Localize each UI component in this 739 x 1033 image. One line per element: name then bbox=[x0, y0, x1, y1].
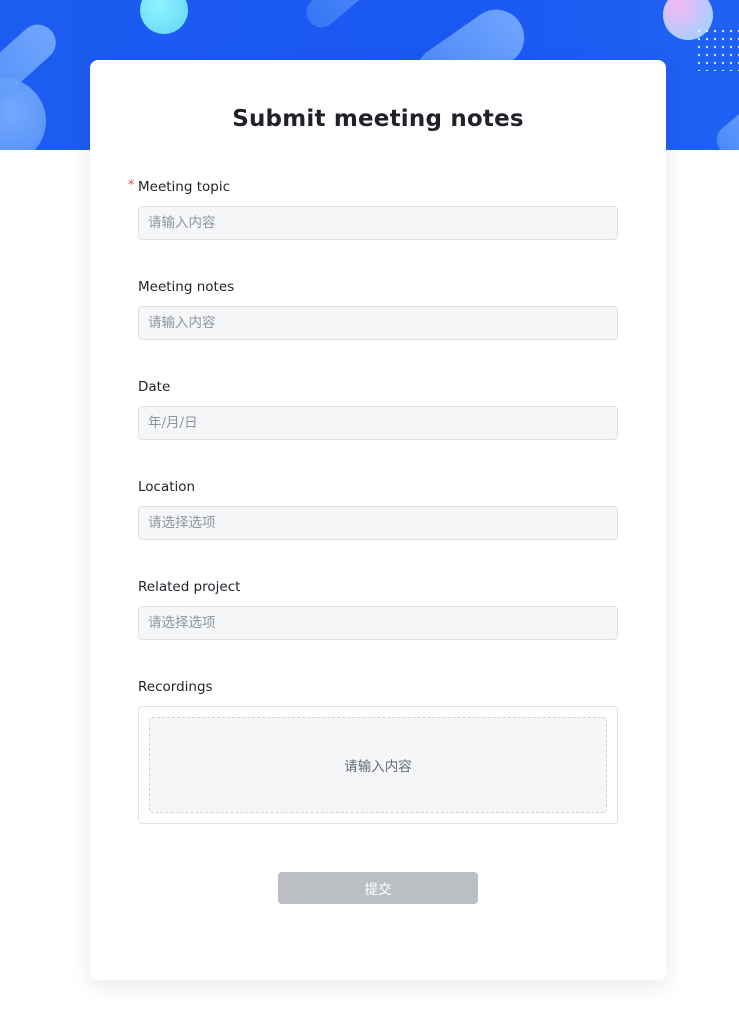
meeting-notes-field bbox=[138, 306, 618, 340]
related-project-placeholder: 请选择选项 bbox=[148, 615, 216, 631]
form-card: Submit meeting notes * Meeting topic Mee… bbox=[90, 60, 666, 980]
meeting-topic-input[interactable] bbox=[139, 207, 617, 239]
date-label: Date bbox=[138, 379, 171, 395]
meeting-topic-label: Meeting topic bbox=[138, 179, 231, 195]
decorative-circle bbox=[140, 0, 188, 34]
date-field bbox=[138, 406, 618, 440]
location-label: Location bbox=[138, 479, 196, 495]
location-select[interactable]: 请选择选项 bbox=[138, 506, 618, 540]
meeting-notes-label: Meeting notes bbox=[138, 279, 235, 295]
submit-button[interactable]: 提交 bbox=[278, 872, 478, 904]
recordings-upload-field: 请输入内容 bbox=[138, 706, 618, 824]
decorative-capsule bbox=[300, 0, 384, 34]
related-project-select[interactable]: 请选择选项 bbox=[138, 606, 618, 640]
meeting-topic-field bbox=[138, 206, 618, 240]
related-project-label: Related project bbox=[138, 579, 241, 595]
decorative-capsule bbox=[710, 93, 739, 150]
page: Submit meeting notes * Meeting topic Mee… bbox=[0, 0, 739, 1033]
required-indicator: * bbox=[128, 178, 135, 193]
date-input[interactable] bbox=[139, 407, 617, 439]
location-placeholder: 请选择选项 bbox=[148, 515, 216, 531]
meeting-notes-input[interactable] bbox=[139, 307, 617, 339]
recordings-upload-area[interactable]: 请输入内容 bbox=[149, 717, 607, 813]
decorative-dot-grid bbox=[695, 27, 739, 71]
recordings-placeholder: 请输入内容 bbox=[344, 759, 412, 775]
recordings-label: Recordings bbox=[138, 679, 213, 695]
form-title: Submit meeting notes bbox=[232, 106, 524, 132]
